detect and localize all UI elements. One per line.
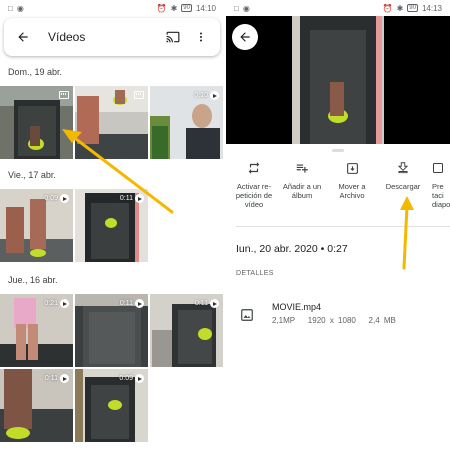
video-info-screen: □ ◉ ⏰ ✱ 90 14:13 Activar re- petición de (226, 0, 450, 450)
videos-album-screen: □ ◉ ⏰ ✱ 90 14:10 Vídeos Dom., 19 abr. 0:… (0, 0, 224, 450)
annotation-arrow (62, 129, 174, 214)
annotation-arrow (400, 196, 414, 270)
